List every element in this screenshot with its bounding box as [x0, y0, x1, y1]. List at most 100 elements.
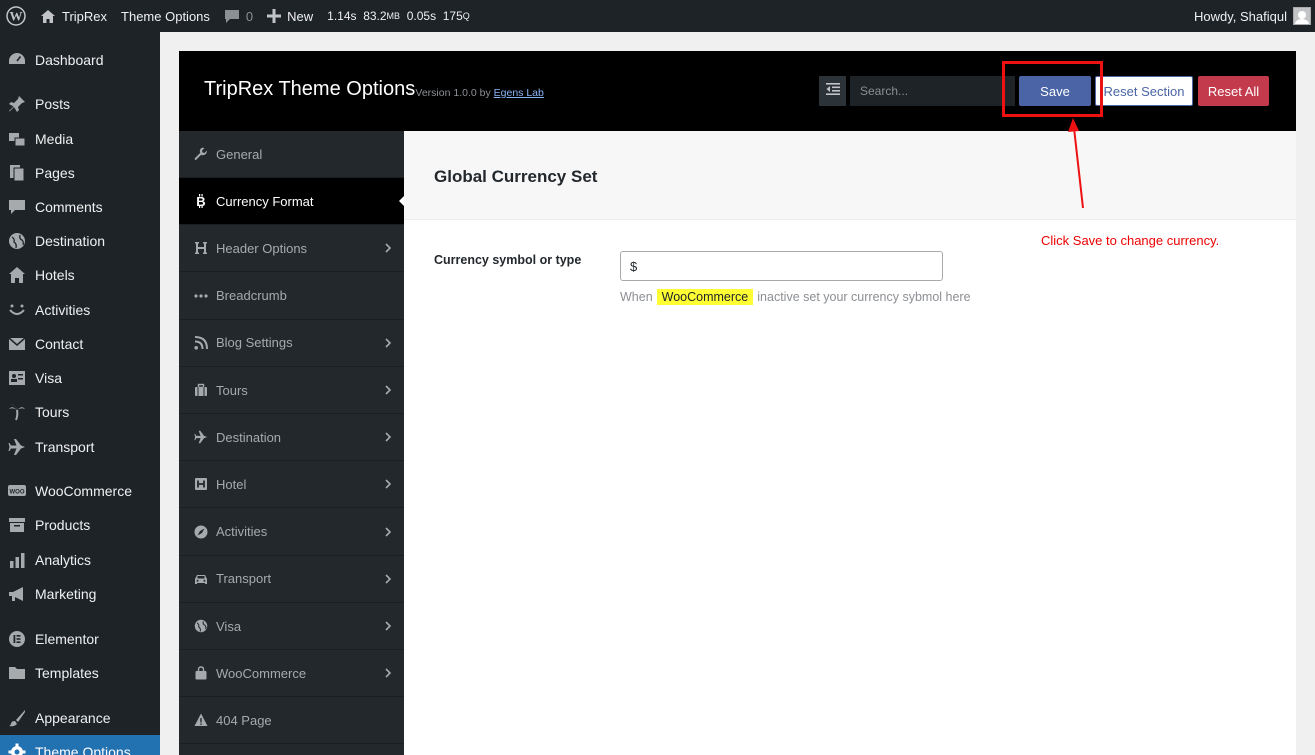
- suitcase-icon: [194, 383, 208, 397]
- collapse-menu-button[interactable]: [819, 76, 846, 106]
- sidebar-item-elementor[interactable]: Elementor: [0, 622, 160, 656]
- desc-after: inactive set your currency sybmol here: [757, 290, 971, 304]
- wordpress-logo-icon[interactable]: W: [0, 0, 33, 32]
- desc-before: When: [620, 290, 653, 304]
- nav-item-label: Tours: [216, 382, 248, 398]
- reset-section-button[interactable]: Reset Section: [1095, 76, 1193, 106]
- nav-item-label: Header Options: [216, 240, 308, 256]
- sidebar-item-tours[interactable]: Tours: [0, 395, 160, 429]
- sidebar-item-marketing[interactable]: Marketing: [0, 577, 160, 611]
- bitcoin-icon: B: [194, 194, 208, 209]
- sidebar-item-woocommerce[interactable]: WOO WooCommerce: [0, 474, 160, 508]
- sidebar-item-label: Theme Options: [35, 744, 131, 755]
- sidebar-item-destination[interactable]: Destination: [0, 224, 160, 258]
- sidebar-item-label: Contact: [35, 336, 84, 352]
- new-content-link[interactable]: New: [260, 0, 320, 32]
- sidebar-item-dashboard[interactable]: Dashboard: [0, 43, 160, 77]
- avatar: [1293, 7, 1311, 25]
- brush-icon: [7, 708, 27, 728]
- stat-time: 1.14s: [327, 9, 357, 23]
- sidebar-item-label: WooCommerce: [35, 483, 132, 499]
- sidebar-item-label: Marketing: [35, 586, 97, 602]
- section-header: Global Currency Set: [404, 131, 1296, 220]
- nav-item-header-options[interactable]: Header Options: [179, 225, 404, 273]
- panel-header: TripRex Theme Options - Version 1.0.0 by…: [179, 51, 1296, 131]
- svg-text:WOO: WOO: [10, 490, 25, 496]
- sidebar-item-media[interactable]: Media: [0, 122, 160, 156]
- car-icon: [194, 572, 208, 586]
- nav-item-tours[interactable]: Tours: [179, 367, 404, 414]
- theme-options-label: Theme Options: [121, 8, 210, 24]
- nav-item-general[interactable]: General: [179, 131, 404, 178]
- bag-icon: [194, 666, 208, 680]
- howdy-text: Howdy, Shafiqul: [1194, 8, 1287, 24]
- elementor-icon: [7, 629, 27, 649]
- options-search-input[interactable]: [850, 76, 1015, 106]
- my-account[interactable]: Howdy, Shafiqul: [1187, 0, 1315, 32]
- site-name-link[interactable]: TripRex: [33, 0, 114, 32]
- nav-item-blog-settings[interactable]: Blog Settings: [179, 320, 404, 367]
- sidebar-item-label: Pages: [35, 165, 75, 181]
- dashboard-icon: [7, 50, 27, 70]
- sidebar-item-label: Analytics: [35, 552, 92, 568]
- sidebar-item-transport[interactable]: Transport: [0, 430, 160, 464]
- section-title: Global Currency Set: [434, 167, 598, 186]
- nav-item-404-page[interactable]: 404 Page: [179, 697, 404, 745]
- author-link[interactable]: Egens Lab: [494, 87, 544, 99]
- sidebar-item-hotels[interactable]: Hotels: [0, 258, 160, 292]
- nav-item-activities[interactable]: Activities: [179, 509, 404, 556]
- query-monitor-stats[interactable]: 1.14s 83.2 MB 0.05s 175 Q: [320, 0, 477, 32]
- sidebar-item-analytics[interactable]: Analytics: [0, 543, 160, 577]
- chevron-right-icon: [382, 242, 394, 254]
- sidebar-item-visa[interactable]: Visa: [0, 361, 160, 395]
- nav-item-label: General: [216, 146, 263, 162]
- theme-options-panel: TripRex Theme Options - Version 1.0.0 by…: [179, 51, 1296, 755]
- palm-tree-icon: [7, 402, 27, 422]
- nav-item-label: Visa: [216, 618, 242, 634]
- globe-icon: [194, 619, 208, 633]
- nav-item-label: Hotel: [216, 476, 247, 492]
- nav-item-breadcrumb[interactable]: Breadcrumb: [179, 273, 404, 320]
- folder-icon: [7, 663, 27, 683]
- chevron-right-icon: [382, 526, 394, 538]
- nav-item-transport[interactable]: Transport: [179, 556, 404, 603]
- stat-memory: 83.2: [363, 9, 387, 23]
- plane-icon: [194, 430, 208, 444]
- nav-item-woocommerce[interactable]: WooCommerce: [179, 650, 404, 698]
- sidebar-item-label: Tours: [35, 404, 70, 420]
- sidebar-item-appearance[interactable]: Appearance: [0, 701, 160, 735]
- save-highlight-box: [1002, 61, 1103, 117]
- theme-options-link[interactable]: Theme Options: [114, 0, 217, 32]
- chevron-right-icon: [382, 431, 394, 443]
- nav-item-hotel[interactable]: Hotel: [179, 461, 404, 509]
- sidebar-item-activities[interactable]: Activities: [0, 293, 160, 327]
- nav-item-currency-format[interactable]: B Currency Format: [179, 178, 404, 226]
- nav-item-label: Transport: [216, 571, 272, 587]
- sidebar-item-products[interactable]: Products: [0, 508, 160, 542]
- sidebar-item-templates[interactable]: Templates: [0, 656, 160, 690]
- sidebar-item-contact[interactable]: Contact: [0, 327, 160, 361]
- hotel-icon: [194, 477, 208, 491]
- stat-memory-unit: MB: [386, 11, 401, 21]
- currency-symbol-input[interactable]: [620, 251, 943, 281]
- nav-item-visa[interactable]: Visa: [179, 603, 404, 650]
- currency-field-label: Currency symbol or type: [434, 253, 582, 267]
- globe-icon: [7, 231, 27, 251]
- nav-item-label: Destination: [216, 429, 282, 445]
- archive-icon: [7, 515, 27, 535]
- panel-title: TripRex Theme Options: [204, 78, 416, 100]
- reset-all-button[interactable]: Reset All: [1198, 76, 1269, 106]
- admin-sidebar: Dashboard Posts Media Pages Comments Destinat…: [0, 32, 160, 755]
- outdent-icon: [825, 82, 840, 100]
- sidebar-item-posts[interactable]: Posts: [0, 87, 160, 121]
- sidebar-item-pages[interactable]: Pages: [0, 156, 160, 190]
- nav-item-destination[interactable]: Destination: [179, 414, 404, 462]
- version-text: - Version 1.0.0 by: [409, 87, 494, 99]
- comments-link[interactable]: 0: [217, 0, 260, 32]
- sidebar-item-label: Destination: [35, 233, 106, 249]
- sidebar-item-comments[interactable]: Comments: [0, 190, 160, 224]
- warning-icon: [194, 713, 208, 727]
- nav-item-label: Currency Format: [216, 193, 314, 209]
- stat-queries-unit: Q: [462, 11, 470, 21]
- sidebar-item-theme-options[interactable]: Theme Options: [0, 735, 160, 755]
